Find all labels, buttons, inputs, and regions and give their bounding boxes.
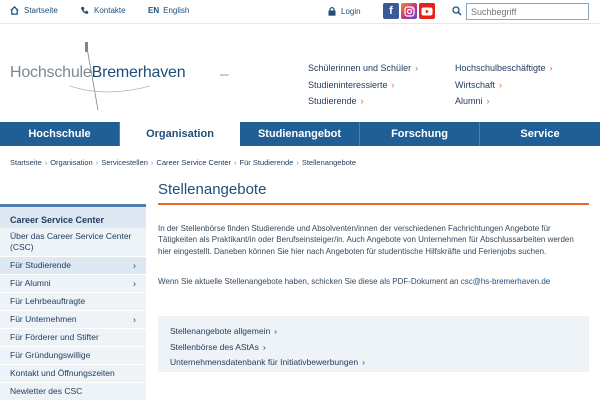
quicklink[interactable]: Hochschulbeschäftigte › xyxy=(455,60,553,77)
search-input[interactable] xyxy=(466,3,589,20)
chevron-right-icon: › xyxy=(44,158,48,167)
lock-icon xyxy=(328,6,336,16)
sidebar-item-founders[interactable]: Für Gründungswillige xyxy=(0,347,146,365)
nav-tab-organisation[interactable]: Organisation xyxy=(120,122,240,146)
nav-tab-hochschule[interactable]: Hochschule xyxy=(0,122,120,146)
logo-suffix: www xyxy=(220,72,229,77)
logo-part-1: Hochschule xyxy=(10,64,92,81)
quicklink[interactable]: Studierende › xyxy=(308,93,418,110)
phone-icon xyxy=(80,6,89,14)
chevron-right-icon: › xyxy=(362,357,365,367)
nav-tab-studienangebot[interactable]: Studienangebot xyxy=(240,122,360,146)
chevron-right-icon: › xyxy=(274,326,278,336)
sidebar-navigation: Career Service Center Über das Career Se… xyxy=(0,204,146,401)
chevron-right-icon: › xyxy=(415,63,419,73)
breadcrumb-item[interactable]: Organisation xyxy=(50,158,93,167)
quicklink[interactable]: Studieninteressierte › xyxy=(308,77,418,94)
sidebar-heading[interactable]: Career Service Center xyxy=(0,204,146,228)
language-label: English xyxy=(163,6,190,15)
instagram-icon[interactable] xyxy=(401,3,417,19)
quicklink[interactable]: Schülerinnen und Schüler › xyxy=(308,60,418,77)
chevron-right-icon: › xyxy=(150,158,154,167)
chevron-right-icon: › xyxy=(95,158,99,167)
chevron-right-icon: › xyxy=(296,158,299,167)
page-title: Stellenangebote xyxy=(158,181,267,198)
sidebar-item-students[interactable]: Für Studierende › xyxy=(0,257,146,275)
youtube-icon[interactable] xyxy=(419,3,435,19)
nav-tab-service[interactable]: Service xyxy=(480,122,600,146)
breadcrumb-current: Stellenangebote xyxy=(301,158,357,167)
link-company-database[interactable]: Unternehmensdatenbank für Initiativbewer… xyxy=(170,355,589,371)
contact-paragraph-text: Wenn Sie aktuelle Stellenangebote haben,… xyxy=(158,277,459,286)
link-asta-job-board[interactable]: Stellenbörse des AStAs › xyxy=(170,340,589,356)
nav-tab-forschung[interactable]: Forschung xyxy=(360,122,480,146)
sidebar-item-lecturers[interactable]: Für Lehrbeauftragte xyxy=(0,293,146,311)
logo-wordmark: HochschuleBremerhaven xyxy=(10,64,186,82)
sidebar-item-about[interactable]: Über das Career Service Center (CSC) xyxy=(0,228,146,257)
home-link-label: Startseite xyxy=(24,6,58,15)
chevron-right-icon: › xyxy=(391,79,395,90)
language-code: EN xyxy=(148,6,160,15)
sidebar-item-contact[interactable]: Kontakt und Öffnungszeiten xyxy=(0,365,146,383)
chevron-right-icon: › xyxy=(360,96,364,106)
related-links-box: Stellenangebote allgemein › Stellenbörse … xyxy=(158,316,589,372)
quicklink[interactable]: Alumni › xyxy=(455,93,553,110)
university-logo[interactable]: HochschuleBremerhaven www xyxy=(10,40,230,110)
chevron-right-icon: › xyxy=(234,158,237,167)
sidebar-item-companies[interactable]: Für Unternehmen › xyxy=(0,311,146,329)
home-icon xyxy=(10,6,19,15)
contact-paragraph: Wenn Sie aktuelle Stellenangebote haben,… xyxy=(158,276,588,287)
sidebar-item-newsletter[interactable]: Newletter des CSC xyxy=(0,383,146,401)
main-navigation: Hochschule Organisation Studienangebot F… xyxy=(0,122,600,146)
login-label: Login xyxy=(341,6,361,16)
contact-email-link[interactable]: csc@hs-bremerhaven.de xyxy=(461,277,551,286)
contact-link[interactable]: Kontakte xyxy=(80,6,126,15)
search-icon[interactable] xyxy=(452,6,462,16)
chevron-right-icon: › xyxy=(133,278,136,288)
quicklink[interactable]: Wirtschaft › xyxy=(455,77,553,94)
facebook-icon[interactable]: f xyxy=(383,3,399,19)
target-group-links-right: Hochschulbeschäftigte › Wirtschaft › Alumn… xyxy=(455,60,553,110)
sidebar-item-sponsors[interactable]: Für Förderer und Stifter xyxy=(0,329,146,347)
logo-part-2: Bremerhaven xyxy=(91,64,186,81)
sidebar-item-alumni[interactable]: Für Alumni › xyxy=(0,275,146,293)
language-switch[interactable]: EN English xyxy=(148,6,189,15)
breadcrumb-item[interactable]: Career Service Center xyxy=(156,158,231,167)
chevron-right-icon: › xyxy=(133,314,136,324)
breadcrumb: Startseite › Organisation › Servicestellen › C… xyxy=(10,158,356,167)
chevron-right-icon: › xyxy=(133,260,136,270)
contact-link-label: Kontakte xyxy=(94,6,126,15)
chevron-right-icon: › xyxy=(499,79,503,90)
breadcrumb-item[interactable]: Servicestellen xyxy=(101,158,148,167)
breadcrumb-item[interactable]: Startseite xyxy=(10,158,42,167)
chevron-right-icon: › xyxy=(262,341,266,352)
login-link[interactable]: Login xyxy=(328,6,361,16)
intro-paragraph: In der Stellenbörse finden Studierende u… xyxy=(158,224,574,256)
link-job-offers-general[interactable]: Stellenangebote allgemein › xyxy=(170,324,589,340)
chevron-right-icon: › xyxy=(486,96,490,106)
home-link[interactable]: Startseite xyxy=(10,6,58,15)
breadcrumb-item[interactable]: Für Studierende xyxy=(240,158,294,167)
chevron-right-icon: › xyxy=(549,63,553,73)
utility-bar: Startseite Kontakte EN English Login f xyxy=(0,0,600,24)
title-divider xyxy=(158,203,589,205)
target-group-links-left: Schülerinnen und Schüler › Studieninteres… xyxy=(308,60,418,110)
